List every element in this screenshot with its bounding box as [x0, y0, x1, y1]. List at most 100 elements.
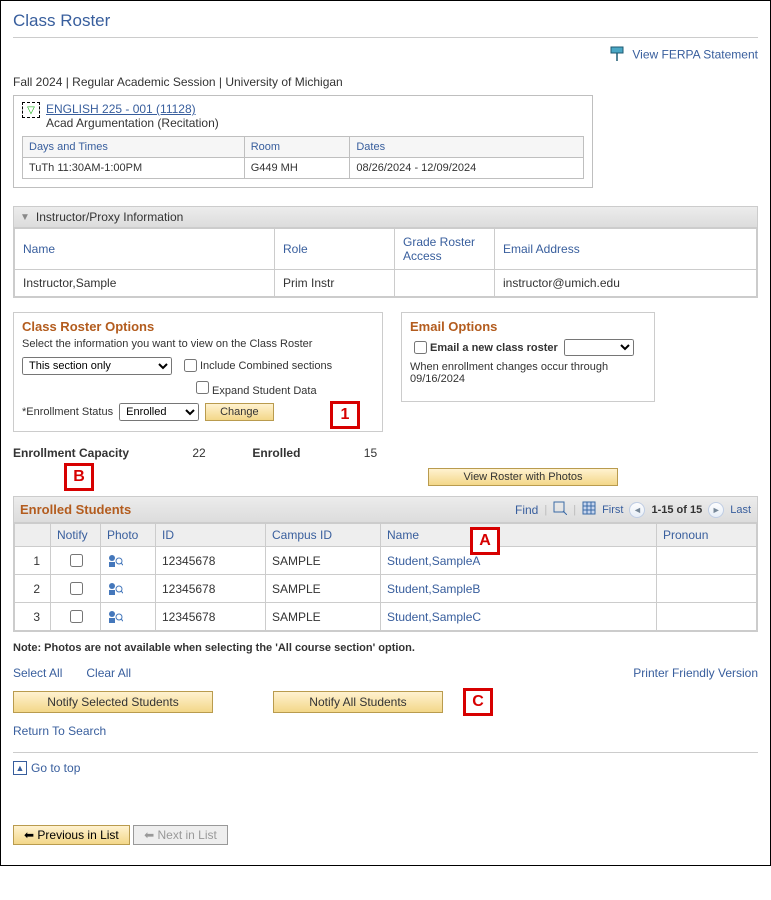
include-combined-label: Include Combined sections [200, 360, 332, 372]
roster-title: Enrolled Students [20, 502, 131, 517]
cell-dates: 08/26/2024 - 12/09/2024 [350, 158, 584, 179]
change-button[interactable]: Change [205, 403, 274, 421]
include-combined-checkbox[interactable] [184, 359, 197, 372]
first-label: First [602, 504, 623, 516]
col-instr-name: Name [15, 229, 275, 270]
col-days-times: Days and Times [23, 137, 245, 158]
go-to-top-link[interactable]: ▲ Go to top [13, 761, 758, 775]
class-title-link[interactable]: ENGLISH 225 - 001 (11128) [46, 102, 196, 116]
cell-campus-id: SAMPLE [266, 603, 381, 631]
next-page-icon[interactable]: ► [708, 502, 724, 518]
email-new-roster-label: Email a new class roster [430, 342, 558, 354]
cell-id: 12345678 [156, 603, 266, 631]
cell-campus-id: SAMPLE [266, 547, 381, 575]
cell-pronoun [657, 547, 757, 575]
class-card: ▽ ENGLISH 225 - 001 (11128) Acad Argumen… [13, 95, 593, 188]
student-name-link[interactable]: Student,SampleB [387, 582, 480, 596]
table-row: 2 12345678SAMPLE Student,SampleB [15, 575, 757, 603]
cell-days-times: TuTh 11:30AM-1:00PM [23, 158, 245, 179]
roster-block: B A Enrolled Students Find | | First ◄ 1… [13, 496, 758, 632]
callout-C: C [463, 688, 493, 716]
roster-options-intro: Select the information you want to view … [22, 338, 374, 350]
photo-note: Note: Photos are not available when sele… [13, 642, 415, 654]
row-index: 3 [15, 603, 51, 631]
email-options-title: Email Options [410, 319, 646, 334]
class-subtitle: Acad Argumentation (Recitation) [46, 116, 219, 130]
return-to-search-link[interactable]: Return To Search [13, 724, 758, 738]
capacity-label: Enrollment Capacity [13, 446, 129, 460]
clear-all-link[interactable]: Clear All [86, 666, 131, 680]
student-name-link[interactable]: Student,SampleC [387, 610, 481, 624]
cell-id: 12345678 [156, 575, 266, 603]
previous-in-list-button[interactable]: ⬅ Previous in List [13, 825, 130, 845]
schedule-table: Days and Times Room Dates TuTh 11:30AM-1… [22, 136, 584, 179]
roster-options-box: Class Roster Options Select the informat… [13, 312, 383, 432]
cell-instr-access [395, 270, 495, 297]
enrollment-status-label: *Enrollment Status [22, 406, 113, 418]
col-instr-email: Email Address [495, 229, 757, 270]
student-photo-icon[interactable] [107, 553, 123, 567]
row-index: 2 [15, 575, 51, 603]
student-name-link[interactable]: Student,SampleA [387, 554, 480, 568]
col-photo: Photo [101, 524, 156, 547]
col-campus-id: Campus ID [266, 524, 381, 547]
last-label: Last [730, 504, 751, 516]
col-room: Room [244, 137, 350, 158]
arrow-up-icon: ▲ [13, 761, 27, 775]
cell-room: G449 MH [244, 158, 350, 179]
email-frequency-select[interactable] [564, 339, 634, 356]
col-name: Name [381, 524, 657, 547]
capacity-value: 22 [192, 446, 205, 460]
cell-pronoun [657, 575, 757, 603]
enrollment-status-select[interactable]: Enrolled [119, 403, 199, 421]
cell-instr-name: Instructor,Sample [15, 270, 275, 297]
expand-student-checkbox[interactable] [196, 381, 209, 394]
instructor-block: ▼ Instructor/Proxy Information Name Role … [13, 206, 758, 298]
table-row: 1 12345678SAMPLE Student,SampleA [15, 547, 757, 575]
cell-instr-email: instructor@umich.edu [495, 270, 757, 297]
enrolled-value: 15 [364, 446, 377, 460]
roster-options-title: Class Roster Options [22, 319, 374, 334]
notify-all-button[interactable]: Notify All Students [273, 691, 443, 713]
col-pronoun: Pronoun [657, 524, 757, 547]
callout-1: 1 [330, 401, 360, 429]
prev-page-icon[interactable]: ◄ [629, 502, 645, 518]
collapse-chevron-icon[interactable]: ▼ [20, 212, 30, 223]
view-ferpa-link[interactable]: View FERPA Statement [632, 48, 758, 62]
student-photo-icon[interactable] [107, 581, 123, 595]
pushpin-icon [609, 46, 625, 65]
cell-campus-id: SAMPLE [266, 575, 381, 603]
notify-checkbox[interactable] [70, 554, 83, 567]
row-index: 1 [15, 547, 51, 575]
expand-toggle-icon[interactable]: ▽ [22, 102, 40, 118]
next-in-list-button: ⬅ Next in List [133, 825, 228, 845]
section-select[interactable]: This section only [22, 357, 172, 375]
enrolled-label: Enrolled [252, 446, 300, 460]
col-dates: Dates [350, 137, 584, 158]
notify-checkbox[interactable] [70, 610, 83, 623]
notify-checkbox[interactable] [70, 582, 83, 595]
view-roster-photos-button[interactable]: View Roster with Photos [428, 468, 618, 486]
grid-icon[interactable] [582, 501, 596, 518]
email-new-roster-checkbox[interactable] [414, 341, 427, 354]
notify-selected-button[interactable]: Notify Selected Students [13, 691, 213, 713]
go-to-top-label: Go to top [31, 761, 80, 775]
zoom-icon[interactable] [553, 501, 567, 518]
session-line: Fall 2024 | Regular Academic Session | U… [13, 75, 758, 89]
cell-instr-role: Prim Instr [275, 270, 395, 297]
find-link[interactable]: Find [515, 503, 538, 517]
range-label: 1-15 of 15 [651, 504, 702, 516]
cell-pronoun [657, 603, 757, 631]
instructor-section-title: Instructor/Proxy Information [36, 210, 183, 224]
table-row: 3 12345678SAMPLE Student,SampleC [15, 603, 757, 631]
callout-B: B [64, 463, 94, 491]
col-instr-role: Role [275, 229, 395, 270]
student-photo-icon[interactable] [107, 609, 123, 623]
select-all-link[interactable]: Select All [13, 666, 62, 680]
page-title: Class Roster [13, 11, 758, 31]
col-notify: Notify [51, 524, 101, 547]
expand-student-label: Expand Student Data [212, 385, 317, 397]
printer-friendly-link[interactable]: Printer Friendly Version [633, 666, 758, 680]
cell-id: 12345678 [156, 547, 266, 575]
instructor-table: Name Role Grade Roster Access Email Addr… [14, 228, 757, 297]
